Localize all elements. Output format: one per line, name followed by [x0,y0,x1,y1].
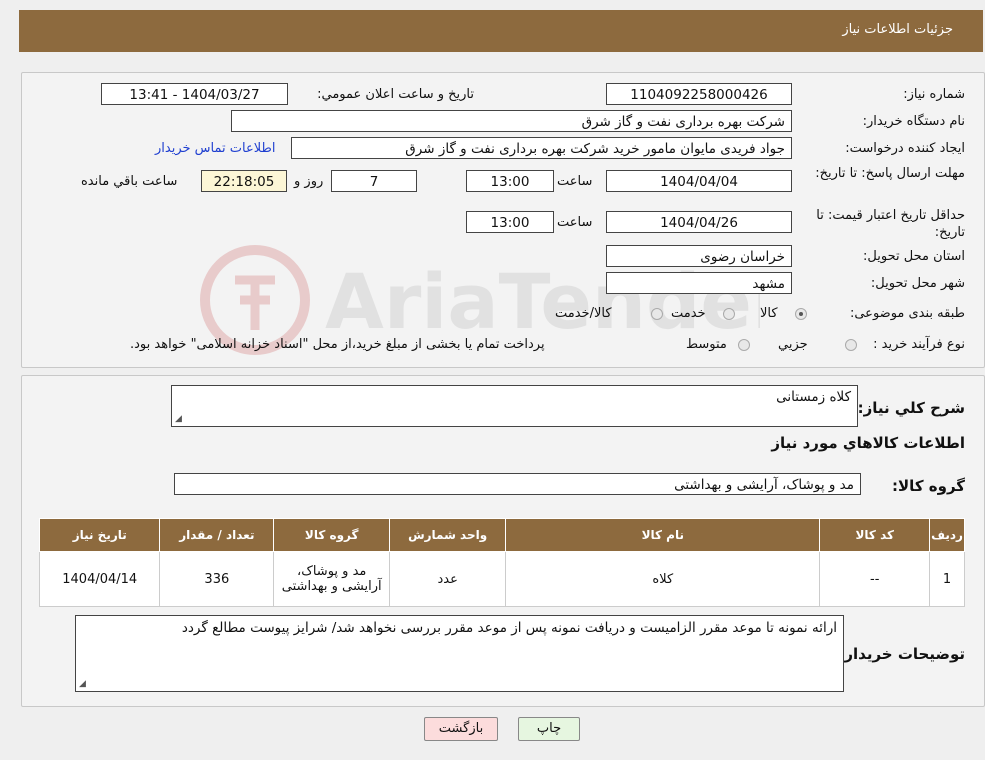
items-table: ردیف کد کالا نام کالا واحد شمارش گروه کا… [38,518,965,607]
creator-label: ایجاد کننده درخواست: [845,141,965,156]
process-note: پرداخت تمام یا بخشی از مبلغ خرید،از محل … [130,337,545,352]
category-radio-service[interactable] [723,308,735,320]
cell-qty: 336 [159,551,275,607]
validity-time-label: ساعت [557,215,593,230]
back-button[interactable]: بازگشت [424,717,498,741]
cell-unit: عدد [389,551,507,607]
summary-textarea[interactable]: کلاه زمستانی ◢ [171,385,858,427]
process-label: نوع فرآیند خرید : [873,337,965,352]
notes-text: ارائه نمونه تا موعد مقرر الزامیست و دریا… [181,620,837,636]
resize-handle-icon[interactable]: ◢ [79,679,86,689]
deadline-date-field: 1404/04/04 [606,170,792,192]
remaining-label: ساعت باقي مانده [81,174,178,189]
deadline-label: مهلت ارسال پاسخ: تا تاریخ: [815,166,965,181]
category-option-service: خدمت [671,306,706,321]
cell-code: -- [819,551,931,607]
validity-time-field: 13:00 [466,211,554,233]
need-number-field: 1104092258000426 [606,83,792,105]
notes-label: توضیحات خریدار: [838,645,965,663]
cell-date: 1404/04/14 [38,551,161,607]
cell-name: کلاه [505,551,821,607]
deadline-time-label: ساعت [557,174,593,189]
col-date: تاریخ نیاز [38,518,161,552]
province-field: خراسان رضوی [606,245,792,267]
print-button[interactable]: چاپ [518,717,580,741]
page-header: جزئیات اطلاعات نیاز [19,10,983,52]
table-header-row: ردیف کد کالا نام کالا واحد شمارش گروه کا… [38,518,965,552]
cell-group: مد و پوشاک، آرایشی و بهداشتی [273,551,391,607]
process-option-medium: متوسط [686,337,727,352]
category-radio-goods[interactable] [795,308,807,320]
col-qty: تعداد / مقدار [159,518,275,552]
resize-handle-icon[interactable]: ◢ [175,414,182,424]
buyer-org-label: نام دستگاه خریدار: [862,114,965,129]
col-name: نام کالا [505,518,821,552]
col-group: گروه کالا [273,518,391,552]
category-label: طبقه بندی موضوعی: [849,306,965,321]
validity-label: حداقل تاریخ اعتبار قیمت: تا تاریخ: [816,208,965,240]
process-radio-medium[interactable] [738,339,750,351]
category-radio-goods-service[interactable] [651,308,663,320]
page-title: جزئیات اطلاعات نیاز [842,22,953,37]
group-label: گروه کالا: [892,477,965,495]
days-label: روز و [294,174,324,189]
days-field: 7 [331,170,417,192]
notes-textarea[interactable]: ارائه نمونه تا موعد مقرر الزامیست و دریا… [75,615,844,692]
city-field: مشهد [606,272,792,294]
buyer-org-field: شرکت بهره برداری نفت و گاز شرق [231,110,792,132]
items-section-title: اطلاعات کالاهاي مورد نیاز [771,434,965,452]
process-radio-minor[interactable] [845,339,857,351]
col-code: کد کالا [819,518,931,552]
process-option-minor: جزیي [778,337,808,352]
summary-text: کلاه زمستانی [776,389,851,405]
cell-index: 1 [929,551,965,607]
buyer-contact-link[interactable]: اطلاعات تماس خریدار [155,141,275,156]
table-row: 1 -- کلاه عدد مد و پوشاک، آرایشی و بهداش… [38,551,965,607]
group-field: مد و پوشاک، آرایشی و بهداشتی [174,473,861,495]
creator-field: جواد فریدی مایوان مامور خرید شرکت بهره ب… [291,137,792,159]
announce-label: تاریخ و ساعت اعلان عمومي: [317,87,474,102]
validity-date-field: 1404/04/26 [606,211,792,233]
category-option-goods: کالا [760,306,778,321]
category-option-goods-service: کالا/خدمت [555,306,612,321]
need-number-label: شماره نیاز: [903,87,965,102]
city-label: شهر محل تحویل: [870,276,965,291]
province-label: استان محل تحویل: [863,249,965,264]
col-index: ردیف [929,518,965,552]
announce-field: 1404/03/27 - 13:41 [101,83,288,105]
summary-label: شرح کلي نیاز: [857,399,965,417]
deadline-time-field: 13:00 [466,170,554,192]
remaining-time-field: 22:18:05 [201,170,287,192]
col-unit: واحد شمارش [389,518,507,552]
